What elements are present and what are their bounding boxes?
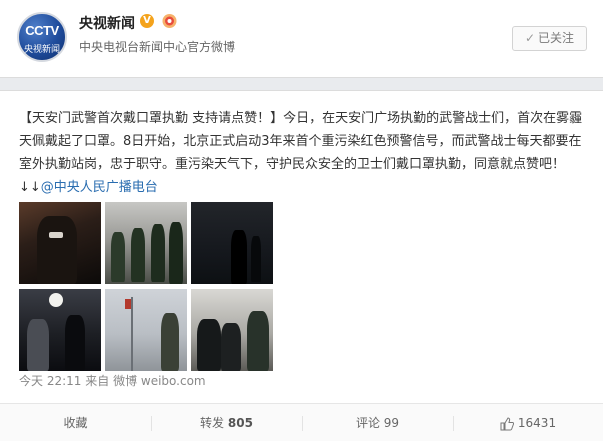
check-icon: ✓ xyxy=(524,31,536,45)
account-description: 中央电视台新闻中心官方微博 xyxy=(79,40,236,54)
post-meta: 今天 22:11 来自 微博 weibo.com xyxy=(19,372,206,389)
like-button[interactable]: 16431 xyxy=(453,404,603,441)
comment-count: 99 xyxy=(383,416,400,430)
photo-thumbnail[interactable] xyxy=(19,289,101,371)
photo-grid xyxy=(19,202,279,372)
repost-label: 转发 xyxy=(200,416,225,430)
thumbs-up-icon xyxy=(500,416,514,430)
follow-label: 已关注 xyxy=(538,31,575,45)
avatar[interactable]: CCTV 央视新闻 xyxy=(17,12,67,62)
post-source[interactable]: 微博 weibo.com xyxy=(113,374,206,388)
source-prefix: 来自 xyxy=(85,374,110,388)
comment-button[interactable]: 评论 99 xyxy=(302,404,453,441)
favorite-label: 收藏 xyxy=(63,416,88,430)
post-time[interactable]: 今天 22:11 xyxy=(19,374,81,388)
favorite-button[interactable]: 收藏 xyxy=(0,404,151,441)
action-bar: 收藏 转发 805 评论 99 16431 xyxy=(0,403,603,441)
avatar-logo-text: CCTV xyxy=(25,23,59,38)
verified-icon: V xyxy=(140,14,154,28)
follow-button[interactable]: ✓ 已关注 xyxy=(512,26,587,51)
account-header: CCTV 央视新闻 央视新闻 V 中央电视台新闻中心官方微博 ✓ 已关注 xyxy=(0,0,603,78)
photo-thumbnail[interactable] xyxy=(19,202,101,284)
comment-label: 评论 xyxy=(355,416,380,430)
like-count: 16431 xyxy=(517,416,557,430)
photo-thumbnail[interactable] xyxy=(105,289,187,371)
repost-button[interactable]: 转发 805 xyxy=(151,404,302,441)
mention-link[interactable]: @中央人民广播电台 xyxy=(41,180,158,195)
avatar-subtitle: 央视新闻 xyxy=(23,45,60,55)
repost-count: 805 xyxy=(227,416,253,430)
post-card: 【天安门武警首次戴口罩执勤 支持请点赞！】今日，在天安门广场执勤的武警战士们，首… xyxy=(0,90,603,441)
photo-thumbnail[interactable] xyxy=(105,202,187,284)
post-text: 【天安门武警首次戴口罩执勤 支持请点赞！】今日，在天安门广场执勤的武警战士们，首… xyxy=(19,107,589,199)
vip-badge-icon[interactable] xyxy=(161,13,178,29)
account-name[interactable]: 央视新闻 xyxy=(79,13,135,33)
photo-thumbnail[interactable] xyxy=(191,202,273,284)
photo-thumbnail[interactable] xyxy=(191,289,273,371)
